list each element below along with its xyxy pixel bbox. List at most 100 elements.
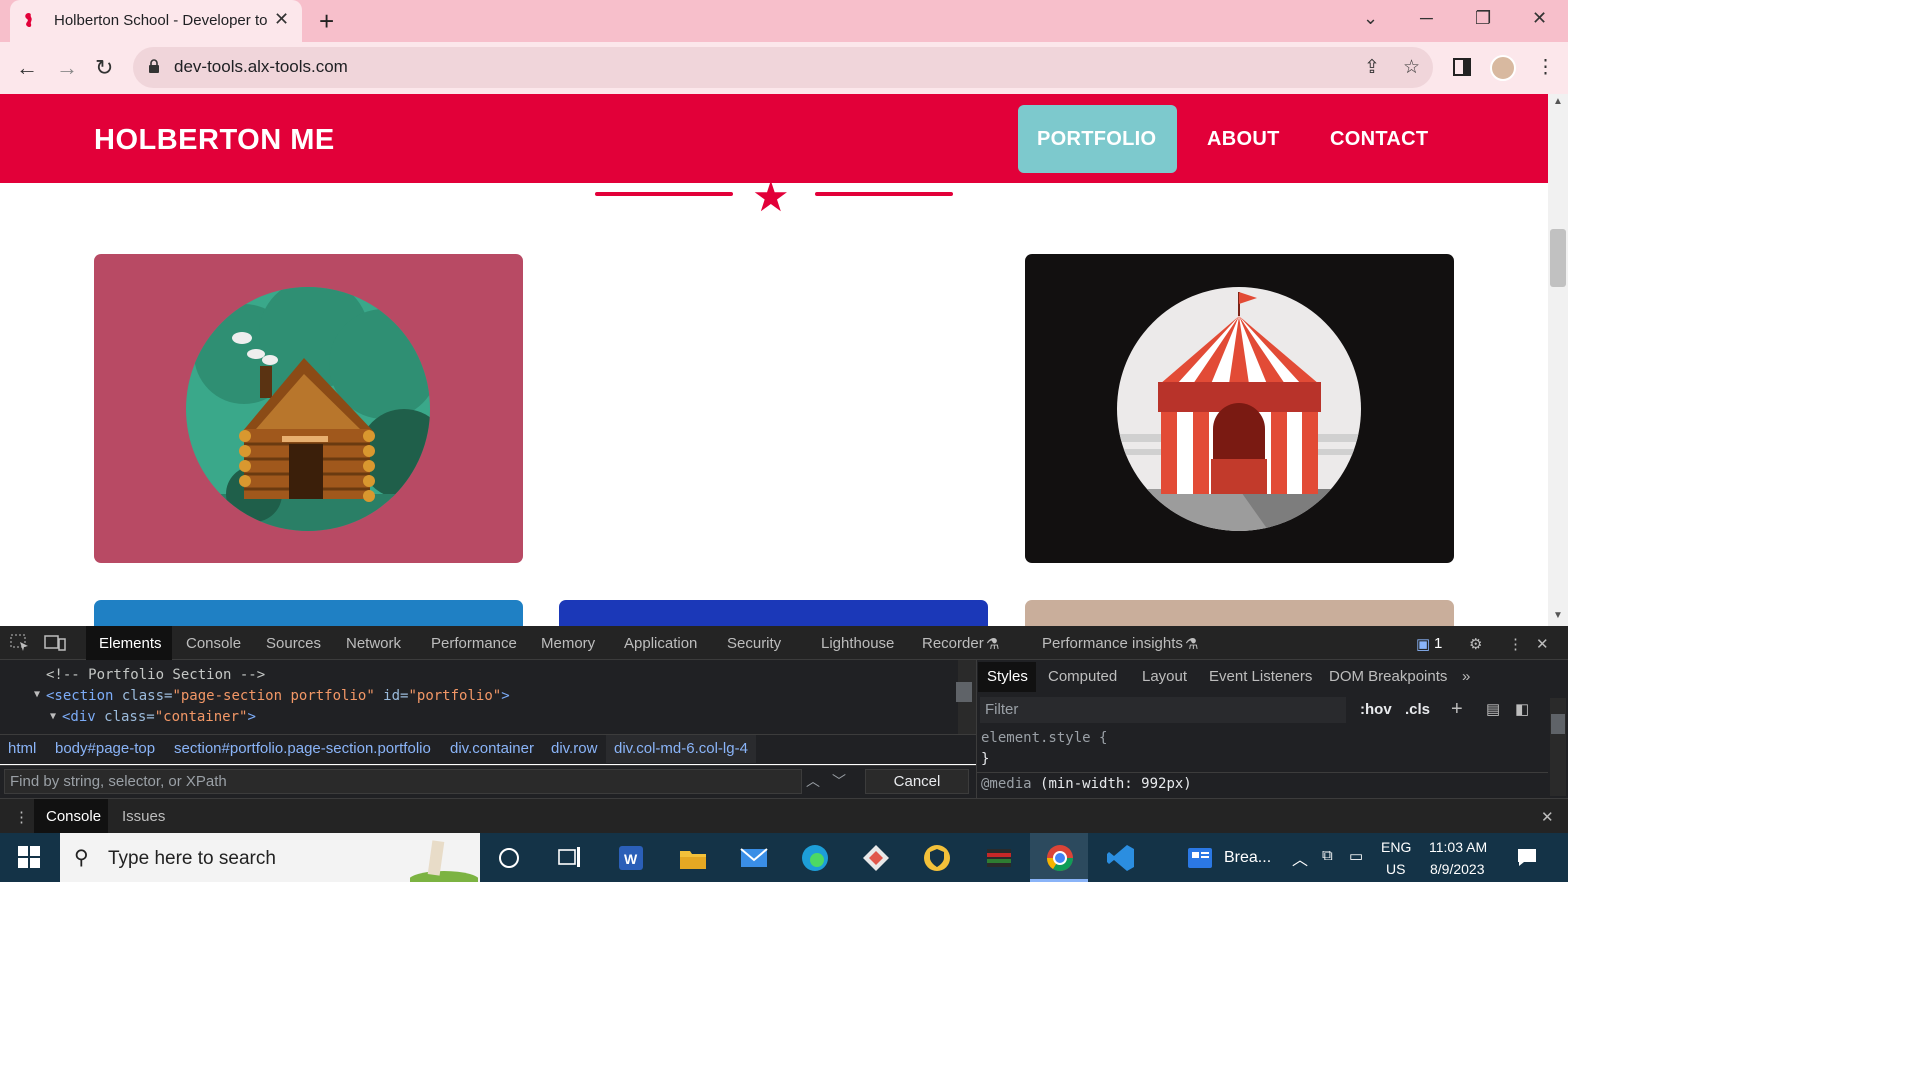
- device-toolbar-icon[interactable]: [44, 634, 66, 652]
- battery-icon[interactable]: ▭: [1349, 847, 1363, 865]
- vpn-shield-icon[interactable]: [922, 843, 952, 873]
- devtools-tab-elements[interactable]: Elements: [99, 635, 162, 652]
- hov-toggle[interactable]: :hov: [1360, 701, 1392, 718]
- inspect-element-icon[interactable]: [10, 634, 30, 652]
- mail-app-icon[interactable]: [739, 843, 769, 873]
- scroll-up-icon[interactable]: ▲: [1553, 96, 1563, 107]
- page-scrollbar-thumb[interactable]: [1550, 229, 1566, 287]
- devtools-tab-performance-insights[interactable]: Performance insights: [1042, 635, 1183, 652]
- window-close-icon[interactable]: ✕: [1532, 8, 1547, 29]
- bookmark-star-icon[interactable]: ☆: [1403, 56, 1420, 79]
- restore-icon[interactable]: ❐: [1475, 8, 1491, 29]
- media-query-rule[interactable]: @media (min-width: 992px): [981, 776, 1192, 792]
- devtools-tab-console[interactable]: Console: [186, 635, 241, 652]
- expand-triangle-icon[interactable]: ▼: [50, 711, 56, 722]
- file-explorer-icon[interactable]: [678, 843, 708, 873]
- news-widget-label[interactable]: Brea...: [1224, 849, 1271, 867]
- forward-icon[interactable]: →: [56, 55, 78, 81]
- devtools-tab-security[interactable]: Security: [727, 635, 781, 652]
- side-panel-icon[interactable]: [1453, 58, 1471, 76]
- dom-tree-scrollbar-thumb[interactable]: [956, 682, 972, 702]
- region-indicator[interactable]: US: [1386, 861, 1405, 877]
- drawer-menu-icon[interactable]: ⋮: [14, 808, 29, 826]
- issues-count-badge[interactable]: 1: [1434, 635, 1442, 652]
- clock-time[interactable]: 11:03 AM: [1429, 839, 1487, 855]
- expand-triangle-icon[interactable]: ▼: [34, 689, 40, 700]
- clock-date[interactable]: 8/9/2023: [1430, 861, 1485, 877]
- lock-icon[interactable]: [148, 59, 160, 73]
- portfolio-card-row2-3[interactable]: [1025, 600, 1454, 626]
- find-cancel-button[interactable]: Cancel: [865, 769, 969, 794]
- close-tab-icon[interactable]: ✕: [274, 9, 289, 30]
- git-app-icon[interactable]: [861, 843, 891, 873]
- profile-avatar[interactable]: [1490, 55, 1516, 81]
- devtools-tab-application[interactable]: Application: [624, 635, 697, 652]
- issues-message-icon[interactable]: ▣: [1416, 635, 1430, 653]
- reload-icon[interactable]: ↻: [95, 55, 113, 81]
- toggle-sidebar-icon[interactable]: ◧: [1515, 700, 1529, 718]
- tray-overflow-chevron-icon[interactable]: ︿: [1292, 846, 1308, 870]
- styles-tab-computed[interactable]: Computed: [1048, 668, 1117, 685]
- styles-scrollbar-thumb[interactable]: [1551, 714, 1565, 734]
- page-scrollbar[interactable]: [1548, 94, 1568, 626]
- new-style-rule-icon[interactable]: +: [1451, 698, 1463, 721]
- devtools-tab-sources[interactable]: Sources: [266, 635, 321, 652]
- taskbar-search-input[interactable]: Type here to search: [108, 848, 276, 870]
- vscode-icon[interactable]: [1106, 843, 1136, 873]
- cls-toggle[interactable]: .cls: [1405, 701, 1430, 718]
- nav-portfolio[interactable]: PORTFOLIO: [1037, 128, 1156, 151]
- nav-contact[interactable]: CONTACT: [1330, 128, 1428, 151]
- styles-tab-dom-breakpoints[interactable]: DOM Breakpoints: [1329, 668, 1447, 685]
- paint-brush-icon[interactable]: ▤: [1486, 700, 1500, 718]
- portfolio-card-empty[interactable]: [559, 254, 988, 563]
- task-view-icon[interactable]: [555, 843, 585, 873]
- edge-browser-icon[interactable]: [800, 843, 830, 873]
- language-indicator[interactable]: ENG: [1381, 839, 1411, 855]
- more-tabs-chevron-icon[interactable]: »: [1462, 668, 1470, 685]
- devtools-tab-recorder[interactable]: Recorder: [922, 635, 984, 652]
- site-brand[interactable]: HOLBERTON ME: [94, 124, 335, 157]
- portfolio-card-circus[interactable]: [1025, 254, 1454, 563]
- breadcrumb-html[interactable]: html: [8, 740, 36, 757]
- dom-comment[interactable]: <!-- Portfolio Section -->: [46, 667, 265, 683]
- word-app-icon[interactable]: W: [616, 843, 646, 873]
- styles-scrollbar[interactable]: [1550, 698, 1566, 796]
- styles-tab-layout[interactable]: Layout: [1142, 668, 1187, 685]
- tab-search-chevron-icon[interactable]: ⌄: [1363, 8, 1378, 29]
- minimize-icon[interactable]: ─: [1420, 8, 1433, 29]
- drawer-tab-console[interactable]: Console: [46, 808, 101, 825]
- media-app-icon[interactable]: [984, 843, 1014, 873]
- portfolio-card-row2-2[interactable]: [559, 600, 988, 626]
- devtools-more-icon[interactable]: ⋮: [1508, 635, 1523, 653]
- devtools-tab-memory[interactable]: Memory: [541, 635, 595, 652]
- elements-dom-tree[interactable]: <!-- Portfolio Section --> ▼ <section cl…: [0, 660, 958, 734]
- portfolio-card-cabin[interactable]: [94, 254, 523, 563]
- back-icon[interactable]: ←: [16, 55, 38, 81]
- styles-filter-input[interactable]: Filter: [980, 697, 1346, 723]
- breadcrumb-container[interactable]: div.container: [450, 740, 534, 757]
- devtools-tab-lighthouse[interactable]: Lighthouse: [821, 635, 894, 652]
- url-text[interactable]: dev-tools.alx-tools.com: [174, 57, 348, 77]
- styles-tab-styles[interactable]: Styles: [987, 668, 1028, 685]
- find-next-icon[interactable]: ﹀: [832, 771, 846, 791]
- breadcrumb-body[interactable]: body#page-top: [55, 740, 155, 757]
- share-icon[interactable]: ⇪: [1364, 56, 1380, 79]
- windows-start-icon[interactable]: [18, 846, 40, 868]
- dom-div-container-node[interactable]: <div class="container">: [62, 709, 256, 725]
- cortana-icon[interactable]: [497, 843, 527, 873]
- notification-center-icon[interactable]: [1516, 847, 1538, 867]
- drawer-tab-issues[interactable]: Issues: [122, 808, 165, 825]
- devtools-tab-network[interactable]: Network: [346, 635, 401, 652]
- breadcrumb-section[interactable]: section#portfolio.page-section.portfolio: [174, 740, 431, 757]
- devtools-tab-performance[interactable]: Performance: [431, 635, 517, 652]
- new-tab-icon[interactable]: +: [319, 6, 334, 37]
- breadcrumb-col[interactable]: div.col-md-6.col-lg-4: [606, 735, 756, 763]
- find-previous-icon[interactable]: ︿: [806, 771, 820, 791]
- breadcrumb-row[interactable]: div.row: [551, 740, 597, 757]
- dom-section-node[interactable]: <section class="page-section portfolio" …: [46, 688, 510, 704]
- drawer-close-icon[interactable]: ✕: [1541, 808, 1554, 826]
- styles-tab-event-listeners[interactable]: Event Listeners: [1209, 668, 1312, 685]
- devtools-close-icon[interactable]: ✕: [1536, 635, 1549, 653]
- element-style-rule[interactable]: element.style {: [981, 730, 1107, 746]
- find-input[interactable]: Find by string, selector, or XPath: [4, 769, 802, 794]
